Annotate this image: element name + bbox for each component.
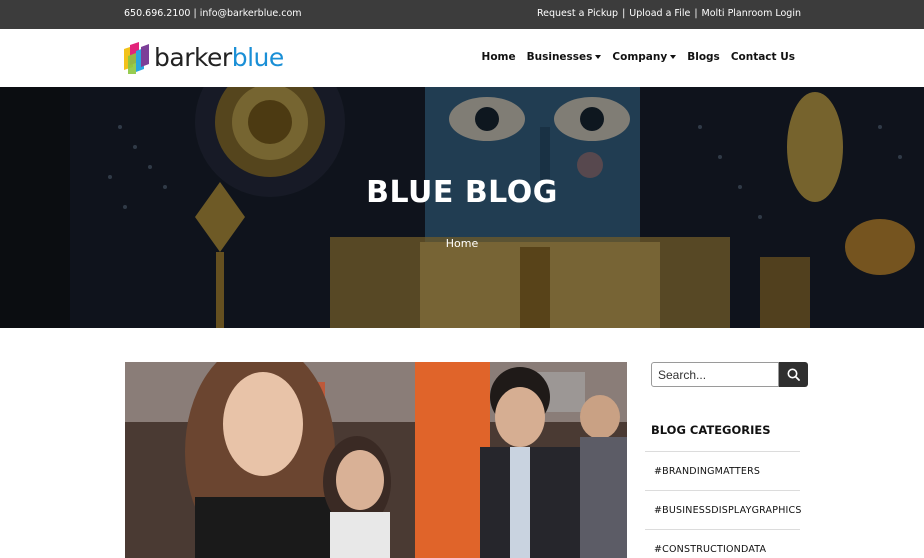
separator: | — [694, 8, 698, 19]
nav-contact-label: Contact Us — [730, 51, 795, 63]
nav-company[interactable]: Company — [612, 51, 677, 63]
nav-home-label: Home — [481, 51, 516, 63]
category-item-brandingmatters[interactable]: #BRANDINGMATTERS — [645, 451, 800, 490]
category-list: #BRANDINGMATTERS #BUSINESSDISPLAYGRAPHIC… — [645, 451, 801, 558]
chevron-down-icon — [670, 55, 677, 59]
logo-text-blue: blue — [231, 43, 285, 72]
search-button[interactable] — [779, 362, 808, 387]
logo-wordmark: barkerblue — [154, 42, 284, 74]
page-title: BLUE BLOG — [366, 175, 558, 210]
upload-file-link[interactable]: Upload a File — [629, 8, 690, 19]
phone-link[interactable]: 650.696.2100 — [124, 8, 190, 19]
planroom-login-link[interactable]: Molti Planroom Login — [702, 8, 801, 19]
request-pickup-link[interactable]: Request a Pickup — [537, 8, 618, 19]
separator: | — [622, 8, 626, 19]
nav-contact[interactable]: Contact Us — [731, 51, 795, 63]
logo-text-barker: barker — [154, 43, 232, 72]
main-nav: Home Businesses Company Blogs Contact Us — [482, 51, 795, 63]
chevron-down-icon — [595, 55, 602, 59]
nav-businesses-label: Businesses — [526, 51, 593, 63]
logo-icon — [124, 42, 150, 74]
contact-info: 650.696.2100 | info@barkerblue.com — [124, 8, 302, 19]
breadcrumb-home[interactable]: Home — [0, 237, 924, 250]
utility-links: Request a Pickup | Upload a File | Molti… — [537, 8, 801, 19]
nav-home[interactable]: Home — [482, 51, 516, 63]
top-bar: 650.696.2100 | info@barkerblue.com Reque… — [0, 0, 924, 29]
post-photo — [125, 362, 627, 558]
category-item-constructiondata[interactable]: #CONSTRUCTIONDATA — [645, 529, 800, 558]
hero-banner: BLUE BLOG Home — [0, 87, 924, 328]
email-link[interactable]: info@barkerblue.com — [200, 8, 302, 19]
search-input[interactable] — [651, 362, 779, 387]
site-header: barkerblue Home Businesses Company Blogs… — [0, 29, 924, 87]
logo[interactable]: barkerblue — [124, 42, 284, 74]
nav-blogs-label: Blogs — [687, 51, 720, 63]
category-item-businessdisplaygraphics[interactable]: #BUSINESSDISPLAYGRAPHICS — [645, 490, 801, 529]
nav-blogs[interactable]: Blogs — [687, 51, 720, 63]
search-icon — [787, 368, 800, 381]
nav-businesses[interactable]: Businesses — [527, 51, 602, 63]
blog-post-image[interactable] — [125, 362, 627, 558]
blog-categories-heading: BLOG CATEGORIES — [651, 423, 771, 437]
search-form — [651, 362, 808, 387]
nav-company-label: Company — [612, 51, 668, 63]
separator: | — [193, 8, 197, 19]
